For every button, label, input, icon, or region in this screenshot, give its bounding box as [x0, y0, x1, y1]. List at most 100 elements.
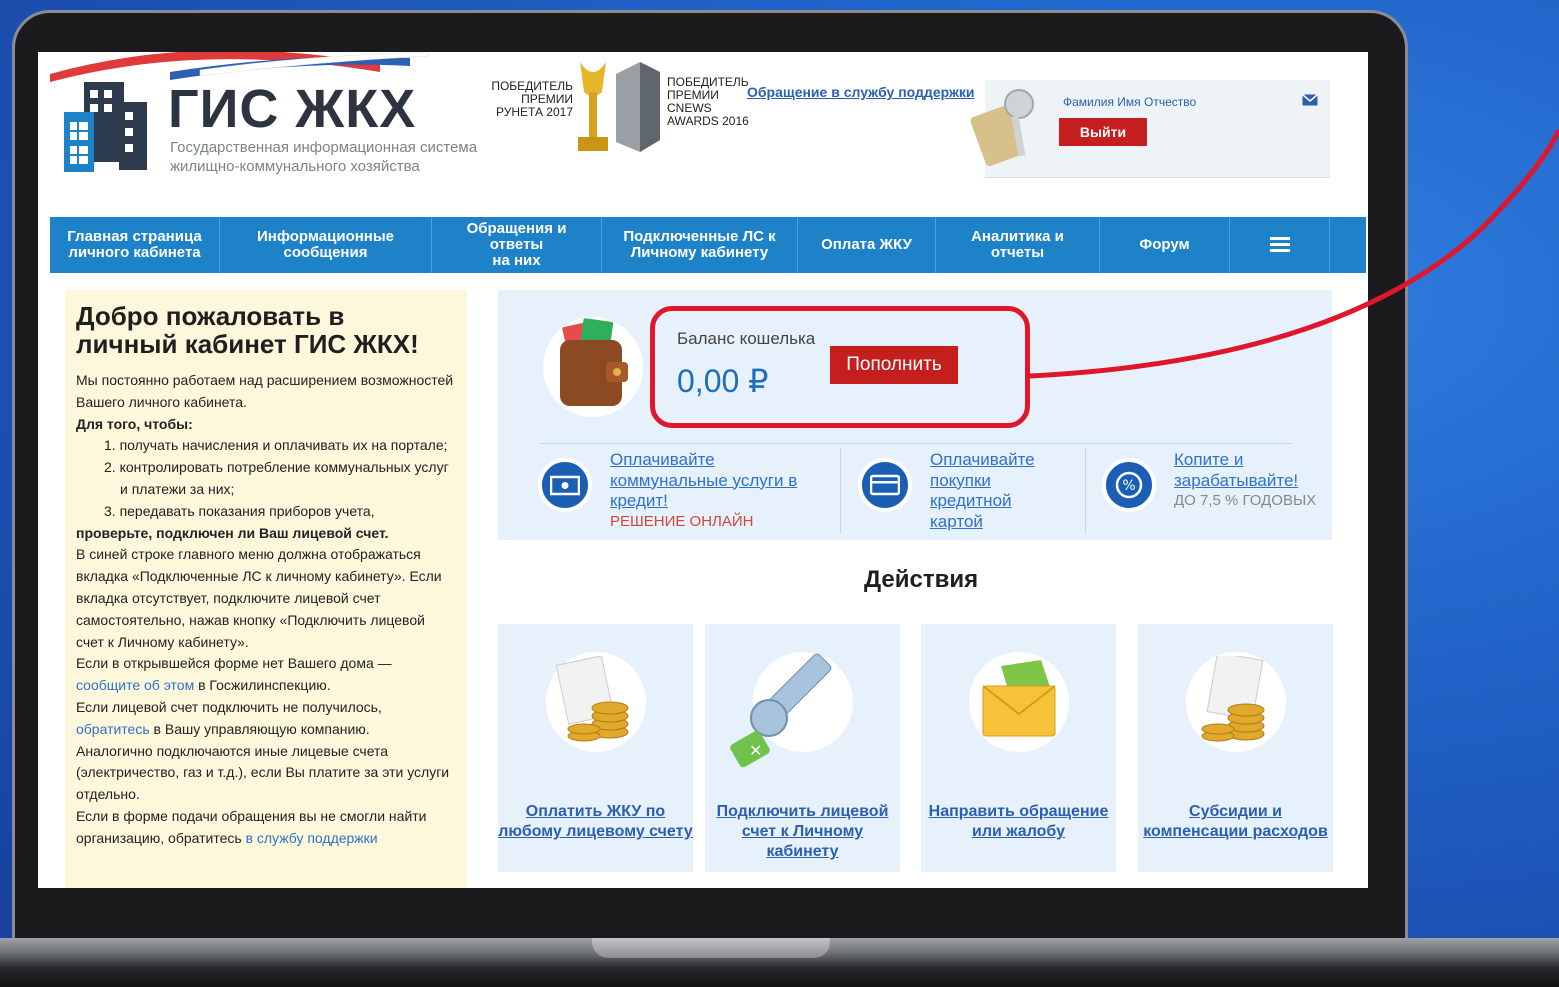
nav-appeals-l1: Обращения и ответы — [466, 220, 567, 253]
nav-item-forum[interactable]: Форум — [1100, 217, 1230, 273]
welcome-p7: Аналогично подключаются иные лицевые сче… — [76, 742, 450, 803]
action-subsidy-link[interactable]: Субсидии и компенсации расходов — [1138, 802, 1333, 842]
offer-savings[interactable]: % Копите и зарабатывайте! ДО 7,5 % ГОДОВ… — [1102, 450, 1324, 512]
action-card-connect[interactable]: ✕ Подключить лицевой счет к Личному каби… — [705, 624, 900, 872]
action-card-pay[interactable]: Оплатить ЖКУ по любому лицевому счету — [498, 624, 693, 872]
nav-analytics-label: Аналитика и отчеты — [971, 228, 1064, 261]
offer-credit-link[interactable]: Оплачивайте коммунальные услуги в кредит… — [610, 450, 826, 512]
offer-separator — [1085, 448, 1086, 534]
list-item: 1. получать начисления и оплачивать их н… — [104, 437, 448, 454]
keys-icon — [970, 89, 1034, 167]
mail-icon[interactable] — [1302, 94, 1318, 106]
welcome-p8: Если в форме подачи обращения вы не смог… — [76, 806, 455, 850]
nav-payment-label: Оплата ЖКУ — [821, 236, 912, 253]
nav-appeals-l2: на них — [492, 252, 541, 269]
action-appeal-l2: или жалобу — [971, 823, 1065, 840]
nav-item-info[interactable]: Информационные сообщения — [220, 217, 432, 273]
nav-item-analytics[interactable]: Аналитика и отчеты — [936, 217, 1100, 273]
welcome-list: 1. получать начисления и оплачивать их н… — [76, 435, 455, 522]
key-icon: ✕ — [730, 653, 832, 768]
welcome-p5: Если в открывшейся форме нет Вашего дома… — [76, 653, 455, 697]
wallet-balance-panel: Баланс кошелька 0,00 ₽ Пополнить Оплачив… — [498, 290, 1332, 540]
nav-info-l2: сообщения — [283, 244, 368, 261]
offer-divider — [540, 443, 1292, 444]
offer-credit[interactable]: Оплачивайте коммунальные услуги в кредит… — [538, 450, 826, 532]
welcome-panel: Добро пожаловать в личный кабинет ГИС ЖК… — [65, 290, 467, 888]
action-subsidy-l1: Субсидии и — [1189, 803, 1282, 820]
p6-tail: в Вашу управляющую компанию. — [149, 720, 370, 737]
hamburger-icon — [1269, 237, 1290, 252]
list-item: 2. контролировать потребление коммунальн… — [104, 459, 449, 497]
p6-text: Если лицевой счет подключить не получило… — [76, 698, 382, 715]
svg-text:✕: ✕ — [749, 741, 762, 760]
p5-text: Если в открывшейся форме нет Вашего дома — [76, 655, 374, 672]
nav-info-l1: Информационные — [256, 228, 394, 245]
logo-title[interactable]: ГИС ЖКХ — [168, 78, 416, 140]
nav-menu-button[interactable] — [1230, 217, 1330, 273]
logo-subtitle: Государственная информационная система ж… — [170, 138, 490, 176]
welcome-p2: Для того, чтобы: — [76, 415, 193, 432]
action-appeal-link[interactable]: Направить обращение или жалобу — [921, 802, 1116, 842]
offer-separator — [840, 448, 841, 534]
receipt-coins-icon — [555, 656, 629, 742]
action-pay-l1: Оплатить ЖКУ по — [525, 803, 666, 820]
p5-dash: — — [373, 655, 392, 672]
logo-sub-line1: Государственная информационная система — [170, 139, 478, 156]
action-card-appeal[interactable]: Направить обращение или жалобу — [921, 624, 1116, 872]
nav-item-payment[interactable]: Оплата ЖКУ — [798, 217, 936, 273]
award-cnews: ПОБЕДИТЕЛЬ ПРЕМИИ CNEWS AWARDS 2016 — [667, 76, 757, 128]
p5-tail: в Госжилинспекцию. — [194, 677, 331, 694]
user-name[interactable]: Фамилия Имя Отчество — [1063, 95, 1196, 109]
nav-item-home[interactable]: Главная страница личного кабинета — [50, 217, 220, 273]
welcome-p1: Мы постоянно работаем над расширением во… — [76, 372, 454, 410]
laptop-notch — [592, 938, 830, 958]
envelope-icon — [982, 660, 1056, 737]
list-item: 3. передавать показания приборов учета, — [104, 502, 375, 519]
support-service-link[interactable]: в службу поддержки — [246, 830, 378, 846]
main-nav: Главная страница личного кабинета Информа… — [50, 217, 1366, 273]
nav-accounts-l1: Подключенные ЛС к — [623, 228, 776, 245]
user-panel: Фамилия Имя Отчество Выйти — [970, 80, 1330, 178]
action-connect-l1: Подключить лицевой — [716, 803, 889, 820]
welcome-title: Добро пожаловать в личный кабинет ГИС ЖК… — [76, 301, 419, 359]
action-pay-link[interactable]: Оплатить ЖКУ по любому лицевому счету — [498, 802, 693, 842]
cnews-award-icon — [616, 62, 660, 152]
nav-home-l1: Главная страница — [67, 228, 202, 245]
action-appeal-l1: Направить обращение — [928, 803, 1109, 820]
site-header: ГИС ЖКХ Государственная информационная с… — [50, 52, 1366, 217]
action-subsidy-l2: компенсации расходов — [1143, 823, 1328, 840]
offer-card[interactable]: Оплачивайте покупки кредитной картой — [858, 450, 1060, 532]
action-card-subsidy[interactable]: Субсидии и компенсации расходов — [1138, 624, 1333, 872]
nav-item-appeals[interactable]: Обращения и ответы на них — [432, 217, 602, 273]
cash-icon — [538, 458, 592, 512]
percent-icon: % — [1102, 458, 1156, 512]
award1-line3: РУНЕТА 2017 — [496, 105, 573, 119]
actions-title: Действия — [864, 566, 979, 593]
annotation-highlight-box — [650, 306, 1030, 428]
award-runet: ПОБЕДИТЕЛЬ ПРЕМИИ РУНЕТА 2017 — [483, 80, 573, 119]
subsidy-coins-icon — [1201, 656, 1265, 742]
welcome-p4: В синей строке главного меню должна отоб… — [76, 546, 442, 650]
logout-button[interactable]: Выйти — [1059, 118, 1147, 146]
svg-text:%: % — [1122, 478, 1135, 494]
award2-line4: AWARDS 2016 — [667, 114, 749, 128]
card-icon — [858, 458, 912, 512]
offer-savings-link[interactable]: Копите и зарабатывайте! — [1174, 450, 1324, 491]
nav-home-l2: личного кабинета — [68, 244, 201, 261]
action-pay-l2: любому лицевому счету — [498, 823, 693, 840]
welcome-p6: Если лицевой счет подключить не получило… — [76, 697, 455, 741]
action-connect-link[interactable]: Подключить лицевой счет к Личному кабине… — [705, 802, 900, 862]
logo-building-icon — [64, 82, 147, 172]
browser-screen: ГИС ЖКХ Государственная информационная с… — [38, 52, 1368, 888]
nav-item-accounts[interactable]: Подключенные ЛС к Личному кабинету — [602, 217, 798, 273]
logo-sub-line2: жилищно-коммунального хозяйства — [170, 158, 420, 175]
report-link[interactable]: сообщите об этом — [76, 677, 194, 693]
action-connect-l2: счет к Личному кабинету — [741, 823, 864, 860]
contact-company-link[interactable]: обратитесь — [76, 721, 150, 737]
nav-accounts-l2: Личному кабинету — [630, 244, 769, 261]
offer-card-link[interactable]: Оплачивайте покупки кредитной картой — [930, 450, 1060, 532]
offer-savings-sub: ДО 7,5 % ГОДОВЫХ — [1174, 492, 1317, 509]
offer-credit-sub: РЕШЕНИЕ ОНЛАЙН — [610, 512, 754, 530]
support-link[interactable]: Обращение в службу поддержки — [747, 84, 975, 100]
welcome-p3: проверьте, подключен ли Ваш лицевой счет… — [76, 524, 389, 541]
